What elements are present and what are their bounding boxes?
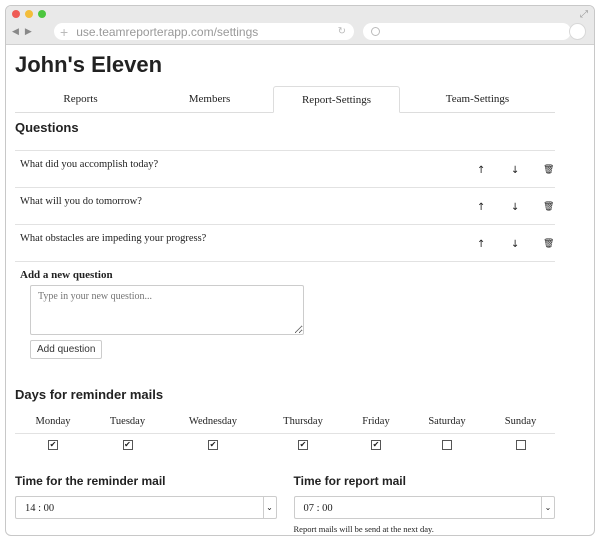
new-question-input[interactable] (30, 285, 304, 335)
browser-window: ⤢ ◀ ▶ + use.teamreporterapp.com/settings… (5, 5, 595, 536)
day-column: Thursday ✔ (262, 411, 344, 456)
tab-members[interactable]: Members (146, 86, 273, 112)
chevron-down-icon[interactable]: ⌄ (262, 497, 276, 518)
question-row: What did you accomplish today? ↑ ↓ 🗑 (15, 150, 555, 187)
day-label: Wednesday (164, 411, 262, 434)
day-label: Saturday (408, 411, 486, 434)
add-question-section: Add a new question Add question (15, 261, 555, 359)
day-checkbox[interactable]: ✔ (48, 440, 58, 450)
question-row: What will you do tomorrow? ↑ ↓ 🗑 (15, 187, 555, 224)
day-label: Sunday (486, 411, 555, 434)
settings-tabs: Reports Members Report-Settings Team-Set… (15, 86, 555, 113)
back-arrow-icon[interactable]: ◀ (12, 27, 19, 37)
add-question-label: Add a new question (20, 269, 113, 281)
url-text: use.teamreporterapp.com/settings (76, 24, 259, 39)
reminder-time-value: 14 : 00 (25, 503, 55, 514)
move-up-icon[interactable]: ↑ (477, 165, 485, 176)
day-checkbox[interactable]: ✔ (371, 440, 381, 450)
day-checkbox[interactable]: ✔ (208, 440, 218, 450)
day-label: Thursday (262, 411, 344, 434)
reminder-time-heading: Time for the reminder mail (15, 474, 166, 488)
close-window-button[interactable] (12, 10, 20, 18)
tab-team-settings[interactable]: Team-Settings (400, 86, 555, 112)
report-time-heading: Time for report mail (293, 474, 406, 488)
reminder-time-select[interactable]: 14 : 00 ⌄ (15, 496, 277, 519)
question-text: What obstacles are impeding your progres… (20, 233, 207, 244)
day-column: Tuesday ✔ (91, 411, 164, 456)
day-column: Saturday (408, 411, 486, 456)
report-time-select[interactable]: 07 : 00 ⌄ (293, 496, 555, 519)
report-time-group: Time for report mail 07 : 00 ⌄ Report ma… (293, 474, 555, 534)
nav-buttons: ◀ ▶ (12, 24, 32, 40)
search-icon (371, 26, 380, 36)
question-text: What did you accomplish today? (20, 159, 159, 170)
fullscreen-icon[interactable]: ⤢ (580, 9, 588, 20)
move-up-icon[interactable]: ↑ (477, 202, 485, 213)
chevron-down-icon[interactable]: ⌄ (541, 497, 554, 518)
day-label: Friday (344, 411, 408, 434)
day-column: Friday ✔ (344, 411, 408, 456)
questions-heading: Questions (15, 120, 79, 135)
day-column: Monday ✔ (15, 411, 91, 456)
move-down-icon[interactable]: ↓ (511, 239, 519, 250)
move-down-icon[interactable]: ↓ (511, 165, 519, 176)
tab-reports[interactable]: Reports (15, 86, 146, 112)
day-checkbox[interactable] (515, 440, 526, 450)
settings-page: John's Eleven Reports Members Report-Set… (15, 44, 555, 534)
trash-icon[interactable]: 🗑 (543, 202, 554, 212)
question-list: What did you accomplish today? ↑ ↓ 🗑 Wha… (15, 150, 555, 261)
day-label: Tuesday (91, 411, 164, 434)
question-text: What will you do tomorrow? (20, 196, 142, 207)
day-column: Sunday (486, 411, 555, 456)
minimize-window-button[interactable] (25, 10, 33, 18)
address-bar[interactable]: + use.teamreporterapp.com/settings ↻ (54, 23, 354, 40)
report-time-note: Report mails will be send at the next da… (293, 524, 434, 534)
day-label: Monday (15, 411, 91, 434)
new-tab-plus-icon[interactable]: + (60, 24, 68, 40)
browser-menu-button[interactable] (569, 23, 586, 40)
day-checkbox[interactable]: ✔ (298, 440, 308, 450)
move-up-icon[interactable]: ↑ (477, 239, 485, 250)
questions-section-header: Questions (15, 120, 555, 150)
day-checkbox[interactable] (442, 440, 452, 450)
mail-times: Time for the reminder mail 14 : 00 ⌄ Tim… (15, 474, 555, 534)
reminder-days-table: Monday ✔ Tuesday ✔ Wednesday ✔ Thursday … (15, 411, 555, 456)
trash-icon[interactable]: 🗑 (543, 165, 554, 175)
tab-report-settings[interactable]: Report-Settings (273, 86, 400, 113)
trash-icon[interactable]: 🗑 (543, 239, 554, 249)
add-question-button[interactable]: Add question (30, 340, 103, 359)
browser-search-field[interactable] (363, 23, 571, 40)
day-checkbox[interactable]: ✔ (122, 440, 133, 450)
move-down-icon[interactable]: ↓ (511, 202, 519, 213)
browser-titlebar: ⤢ ◀ ▶ + use.teamreporterapp.com/settings… (6, 6, 594, 45)
reminder-time-group: Time for the reminder mail 14 : 00 ⌄ (15, 474, 277, 534)
reload-icon[interactable]: ↻ (338, 26, 346, 37)
question-row: What obstacles are impeding your progres… (15, 224, 555, 261)
day-column: Wednesday ✔ (164, 411, 262, 456)
reminder-days-heading: Days for reminder mails (15, 387, 164, 402)
page-title: John's Eleven (15, 52, 163, 77)
report-time-value: 07 : 00 (303, 503, 333, 514)
maximize-window-button[interactable] (38, 10, 46, 18)
forward-arrow-icon[interactable]: ▶ (25, 27, 32, 37)
